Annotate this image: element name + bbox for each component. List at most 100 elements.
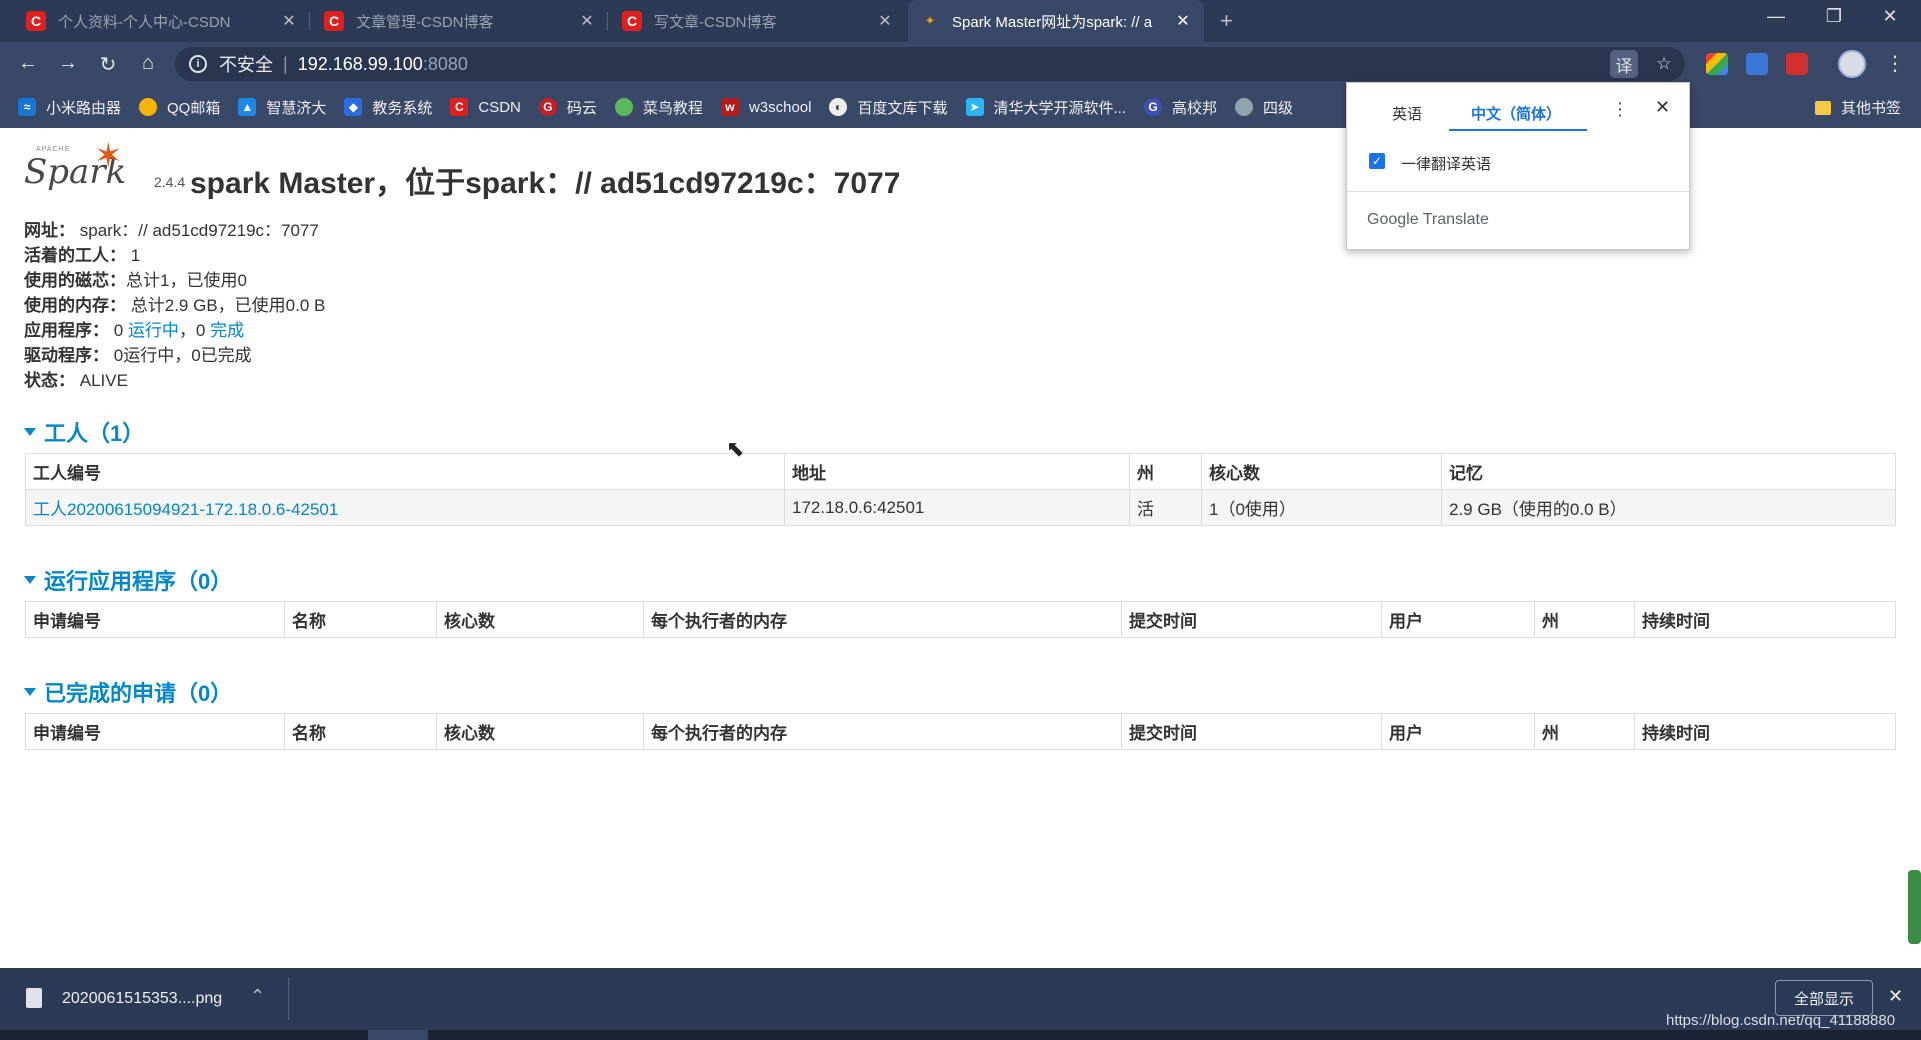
tab-article-management[interactable]: C 文章管理-CSDN博客 ✕ [312, 0, 608, 42]
column-header[interactable]: 地址 [784, 453, 1130, 490]
bookmark-item[interactable]: C CSDN [450, 98, 521, 116]
taskbar-item[interactable] [368, 1030, 428, 1040]
download-file-name[interactable]: 2020061515353....png [62, 990, 222, 1008]
always-translate-checkbox[interactable]: ✓ [1369, 153, 1385, 169]
restore-button[interactable]: ❐ [1814, 6, 1854, 27]
column-header[interactable]: 申请编号 [25, 601, 285, 638]
summary-drivers: 驱动程序： 0运行中，0已完成 [24, 343, 325, 368]
column-header[interactable]: 名称 [284, 601, 437, 638]
column-header[interactable]: 用户 [1381, 601, 1535, 638]
table-row: 工人20200615094921-172.18.0.6-42501 172.18… [25, 489, 1896, 526]
side-widget[interactable] [1908, 870, 1921, 944]
extension-flash-icon[interactable] [1786, 53, 1808, 75]
summary-alive-workers: 活着的工人： 1 [24, 243, 325, 268]
close-tab-icon[interactable]: ✕ [578, 11, 596, 31]
summary-value: 1 [130, 246, 141, 265]
summary-value: ALIVE [79, 371, 128, 390]
translate-icon[interactable]: 译 [1610, 50, 1638, 78]
bookmark-item[interactable]: ▲ 智慧济大 [238, 97, 326, 118]
page-header: APACHE Spark ✶ 2.4.4 [24, 137, 185, 194]
bookmark-item[interactable]: w w3school [720, 98, 811, 116]
column-header[interactable]: 持续时间 [1634, 601, 1896, 638]
column-header[interactable]: 州 [1534, 601, 1635, 638]
tab-profile[interactable]: C 个人资料-个人中心-CSDN ✕ [14, 0, 310, 42]
chevron-up-icon[interactable]: ⌃ [250, 986, 265, 1007]
extension-colorful-icon[interactable] [1706, 53, 1728, 75]
column-header[interactable]: 申请编号 [25, 713, 285, 750]
summary-key: 使用的磁芯： [24, 271, 126, 290]
column-header[interactable]: 持续时间 [1634, 713, 1896, 750]
forward-arrow-icon[interactable]: → [54, 52, 82, 75]
summary-cores: 使用的磁芯：总计1，已使用0 [24, 268, 325, 293]
divider [288, 978, 289, 1020]
column-header[interactable]: 提交时间 [1121, 713, 1382, 750]
browser-menu-icon[interactable]: ⋮ [1885, 51, 1905, 76]
summary-list: 网址： spark：// ad51cd97219c：7077 活着的工人： 1 … [24, 218, 325, 393]
more-options-icon[interactable]: ⋮ [1611, 99, 1629, 120]
gitee-icon: G [538, 98, 557, 116]
address-bar[interactable]: i 不安全 | 192.168.99.100 :8080 [175, 47, 1685, 81]
extension-translate-icon[interactable] [1746, 53, 1768, 75]
bookmark-label: 清华大学开源软件... [993, 99, 1127, 117]
close-window-button[interactable]: ✕ [1870, 6, 1910, 27]
spark-logo[interactable]: APACHE Spark ✶ [24, 137, 126, 194]
tab-spark-master[interactable]: ✦ Spark Master网址为spark: // a ✕ [908, 0, 1204, 42]
bookmark-item[interactable]: ➤ 清华大学开源软件... [965, 97, 1127, 118]
close-icon[interactable]: ✕ [1655, 97, 1670, 118]
running-apps-section-heading[interactable]: 运行应用程序（0） [24, 564, 232, 596]
show-all-button[interactable]: 全部显示 [1775, 980, 1873, 1016]
column-header[interactable]: 每个执行者的内存 [643, 713, 1122, 750]
info-icon[interactable]: i [189, 55, 207, 73]
avatar[interactable] [1838, 50, 1866, 78]
column-header[interactable]: 核心数 [1201, 453, 1442, 490]
close-tab-icon[interactable]: ✕ [876, 11, 894, 31]
column-header[interactable]: 每个执行者的内存 [643, 601, 1122, 638]
column-header[interactable]: 工人编号 [25, 453, 785, 490]
workers-section-heading[interactable]: 工人（1） [24, 416, 144, 448]
close-tab-icon[interactable]: ✕ [280, 11, 298, 31]
page-title: spark Master，位于spark：// ad51cd97219c：707… [190, 167, 901, 200]
tab-write-article[interactable]: C 写文章-CSDN博客 ✕ [610, 0, 906, 42]
close-icon[interactable]: ✕ [1888, 986, 1903, 1007]
summary-value: 0 [113, 321, 124, 340]
column-header[interactable]: 核心数 [436, 713, 644, 750]
running-apps-link[interactable]: 运行中 [128, 321, 179, 340]
completed-apps-section-heading[interactable]: 已完成的申请（0） [24, 676, 232, 708]
summary-key: 网址： [24, 221, 75, 240]
summary-key: 应用程序： [24, 321, 109, 340]
column-header[interactable]: 名称 [284, 713, 437, 750]
bookmark-item[interactable]: ◆ 教务系统 [344, 97, 432, 118]
bookmark-item[interactable]: 四级 [1235, 97, 1293, 118]
table-cell: 1（0使用） [1201, 489, 1442, 526]
page-content: APACHE Spark ✶ 2.4.4 spark Master，位于spar… [0, 128, 1921, 968]
table-cell: 2.9 GB（使用的0.0 B） [1441, 489, 1896, 526]
column-header[interactable]: 州 [1129, 453, 1202, 490]
worker-id-link[interactable]: 工人20200615094921-172.18.0.6-42501 [25, 489, 785, 526]
other-bookmarks[interactable]: 其他书签 [1814, 97, 1901, 118]
target-language-tab[interactable]: 中文（简体） [1471, 103, 1561, 124]
bookmark-item[interactable]: G 码云 [538, 97, 597, 118]
bookmark-item[interactable]: G 高校邦 [1144, 97, 1217, 118]
completed-apps-link[interactable]: 完成 [210, 321, 244, 340]
bookmark-item[interactable]: ≈ 小米路由器 [18, 97, 121, 118]
table-cell: 活 [1129, 489, 1202, 526]
column-header[interactable]: 记忆 [1441, 453, 1896, 490]
reload-icon[interactable]: ↻ [94, 52, 122, 77]
column-header[interactable]: 州 [1534, 713, 1635, 750]
new-tab-button[interactable]: + [1220, 8, 1233, 34]
close-tab-icon[interactable]: ✕ [1174, 11, 1192, 31]
summary-key: 驱动程序： [24, 346, 109, 365]
column-header[interactable]: 用户 [1381, 713, 1535, 750]
source-language-tab[interactable]: 英语 [1392, 103, 1422, 124]
csdn-favicon-icon: C [324, 11, 344, 31]
column-header[interactable]: 核心数 [436, 601, 644, 638]
minimize-button[interactable]: — [1756, 6, 1796, 27]
back-arrow-icon[interactable]: ← [14, 52, 42, 75]
bookmark-star-icon[interactable]: ☆ [1650, 50, 1678, 78]
home-icon[interactable]: ⌂ [134, 52, 162, 75]
bookmark-label: 四级 [1263, 99, 1294, 117]
column-header[interactable]: 提交时间 [1121, 601, 1382, 638]
bookmark-item[interactable]: 菜鸟教程 [614, 97, 703, 118]
bookmark-item[interactable]: QQ邮箱 [139, 97, 220, 118]
bookmark-item[interactable]: ◐ 百度文库下载 [829, 97, 948, 118]
